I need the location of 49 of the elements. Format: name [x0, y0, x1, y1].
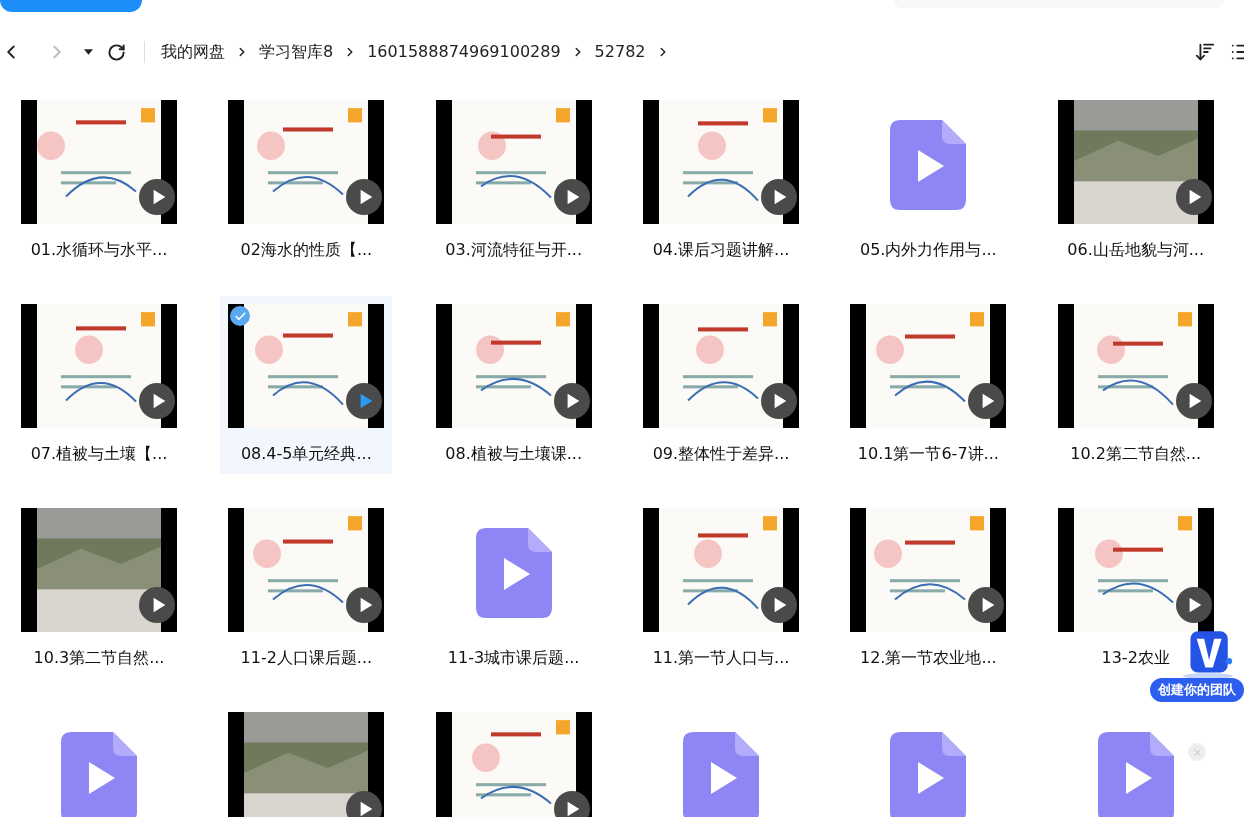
- file-name[interactable]: 02海水的性质【...: [240, 238, 373, 262]
- create-team-button[interactable]: 创建你的团队: [1150, 678, 1244, 702]
- file-tile[interactable]: 02海水的性质【...: [220, 92, 393, 270]
- file-tile[interactable]: 08.4-5单元经典...: [220, 296, 393, 474]
- video-file-icon: [475, 528, 552, 618]
- sort-icon[interactable]: [1194, 41, 1216, 63]
- file-name[interactable]: 11-3城市课后题...: [447, 646, 580, 670]
- breadcrumb-link[interactable]: 52782: [594, 40, 646, 64]
- file-name[interactable]: 13-2农业: [1101, 646, 1170, 670]
- file-name[interactable]: 09.整体性于差异...: [652, 442, 790, 466]
- file-tile[interactable]: 07.植被与土壤【...: [13, 296, 185, 474]
- file-tile[interactable]: 06.山岳地貌与河...: [1049, 92, 1222, 270]
- file-name[interactable]: 03.河流特征与开...: [445, 238, 582, 262]
- file-name[interactable]: 05.内外力作用与...: [859, 238, 997, 262]
- file-tile[interactable]: 13-2农业: [1049, 500, 1222, 678]
- file-tile[interactable]: 11-2人口课后题...: [220, 500, 393, 678]
- file-tile[interactable]: 10.1第一节6-7讲...: [842, 296, 1015, 474]
- breadcrumb-link[interactable]: 1601588874969100289: [367, 40, 561, 64]
- file-name[interactable]: 12.第一节农业地...: [859, 646, 997, 670]
- refresh-icon[interactable]: [107, 42, 126, 62]
- dropdown-icon[interactable]: [84, 49, 93, 55]
- file-name[interactable]: 06.山岳地貌与河...: [1067, 238, 1204, 262]
- file-tile[interactable]: 11.第一节人口与...: [635, 500, 807, 678]
- check-icon: [233, 309, 247, 323]
- action-button[interactable]: [0, 0, 142, 12]
- close-icon: [1191, 746, 1203, 758]
- file-tile[interactable]: 12.第一节农业地...: [842, 500, 1015, 678]
- file-name[interactable]: 08.植被与土壤课...: [445, 442, 582, 466]
- file-name[interactable]: 11-2人口课后题...: [240, 646, 373, 670]
- file-tile[interactable]: 11-3城市课后题...: [427, 500, 600, 678]
- file-name[interactable]: 08.4-5单元经典...: [240, 442, 372, 466]
- file-tile[interactable]: 09.整体性于差异...: [635, 296, 807, 474]
- file-tile[interactable]: 05.内外力作用与...: [842, 92, 1015, 270]
- file-name[interactable]: 11.第一节人口与...: [652, 646, 790, 670]
- file-tile[interactable]: 01.水循环与水平...: [13, 92, 185, 270]
- file-name[interactable]: 10.3第二节自然...: [33, 646, 165, 670]
- file-tile[interactable]: 10.3第二节自然...: [13, 500, 185, 678]
- file-name[interactable]: 01.水循环与水平...: [30, 238, 168, 262]
- breadcrumb-link[interactable]: 我的网盘: [161, 40, 225, 64]
- file-tile[interactable]: 08.植被与土壤课...: [427, 296, 600, 474]
- file-name[interactable]: 04.课后习题讲解...: [652, 238, 790, 262]
- file-tile[interactable]: 03.河流特征与开...: [427, 92, 600, 270]
- file-tile[interactable]: 04.课后习题讲解...: [635, 92, 807, 270]
- breadcrumb-link[interactable]: 学习智库8: [259, 40, 334, 64]
- file-name[interactable]: 10.2第二节自然...: [1070, 442, 1202, 466]
- file-name[interactable]: 10.1第一节6-7讲...: [857, 442, 999, 466]
- file-name[interactable]: 07.植被与土壤【...: [30, 442, 168, 466]
- video-file-icon: [890, 120, 967, 210]
- file-tile[interactable]: 10.2第二节自然...: [1049, 296, 1222, 474]
